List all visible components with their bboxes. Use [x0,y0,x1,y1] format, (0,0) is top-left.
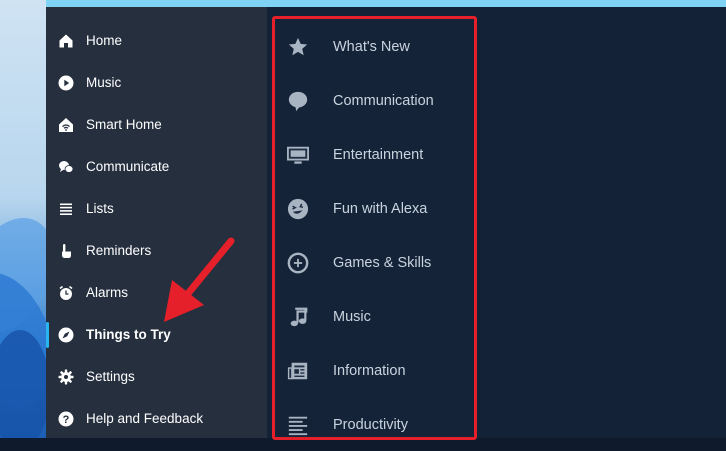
active-indicator [46,322,49,348]
category-games-and-skills[interactable]: Games & Skills [275,235,470,289]
home-icon [58,33,74,49]
sidebar-item-settings[interactable]: Settings [46,356,267,398]
category-music[interactable]: Music [275,289,470,343]
hand-pointer-icon [58,243,74,259]
music-note-icon [286,305,310,329]
category-fun-with-alexa[interactable]: Fun with Alexa [275,181,470,235]
laughing-face-icon [286,197,310,221]
smart-home-icon [58,117,74,133]
speech-bubble-icon [286,89,310,113]
category-label: Fun with Alexa [333,201,428,217]
sidebar-item-help-and-feedback[interactable]: ? Help and Feedback [46,398,267,440]
chat-bubbles-icon [58,159,74,175]
sidebar-item-label: Things to Try [86,327,171,342]
things-to-try-category-list: What's New Communication Entertainment F… [272,16,477,440]
category-label: Music [333,309,371,325]
main-content: What's New Communication Entertainment F… [267,7,726,440]
sidebar-item-home[interactable]: Home [46,20,267,62]
sidebar-item-communicate[interactable]: Communicate [46,146,267,188]
sidebar-item-music[interactable]: Music [46,62,267,104]
svg-text:?: ? [63,414,70,426]
tv-icon [286,143,310,167]
sidebar-item-label: Help and Feedback [86,411,204,426]
category-information[interactable]: Information [275,343,470,397]
category-entertainment[interactable]: Entertainment [275,127,470,181]
sidebar-item-label: Alarms [86,285,129,300]
sidebar-item-label: Lists [86,201,114,216]
sidebar-item-lists[interactable]: Lists [46,188,267,230]
category-label: Information [333,363,406,379]
sidebar-item-label: Smart Home [86,117,162,132]
sidebar-item-things-to-try[interactable]: Things to Try [46,314,267,356]
play-circle-icon [58,75,74,91]
star-icon [286,35,310,59]
desktop-wallpaper [0,0,46,438]
sidebar-item-label: Music [86,75,122,90]
alexa-app-window: Home Music Smart Home Communicate Lists [46,0,726,440]
text-lines-icon [286,413,310,437]
category-communication[interactable]: Communication [275,73,470,127]
sidebar-item-label: Home [86,33,123,48]
sidebar-item-label: Reminders [86,243,152,258]
game-dial-icon [286,251,310,275]
sidebar-item-reminders[interactable]: Reminders [46,230,267,272]
sidebar-item-alarms[interactable]: Alarms [46,272,267,314]
help-icon: ? [58,411,74,427]
list-icon [58,201,74,217]
alarm-clock-icon [58,285,74,301]
compass-icon [58,327,74,343]
category-whats-new[interactable]: What's New [275,19,470,73]
sidebar-item-label: Settings [86,369,135,384]
category-productivity[interactable]: Productivity [275,397,470,451]
category-label: Entertainment [333,147,424,163]
newspaper-icon [286,359,310,383]
sidebar-item-smart-home[interactable]: Smart Home [46,104,267,146]
category-label: Productivity [333,417,408,433]
category-label: What's New [333,39,410,55]
sidebar-nav: Home Music Smart Home Communicate Lists [46,7,267,438]
top-accent-bar [46,0,726,7]
category-label: Communication [333,93,434,109]
gear-icon [58,369,74,385]
sidebar-item-label: Communicate [86,159,170,174]
category-label: Games & Skills [333,255,432,271]
